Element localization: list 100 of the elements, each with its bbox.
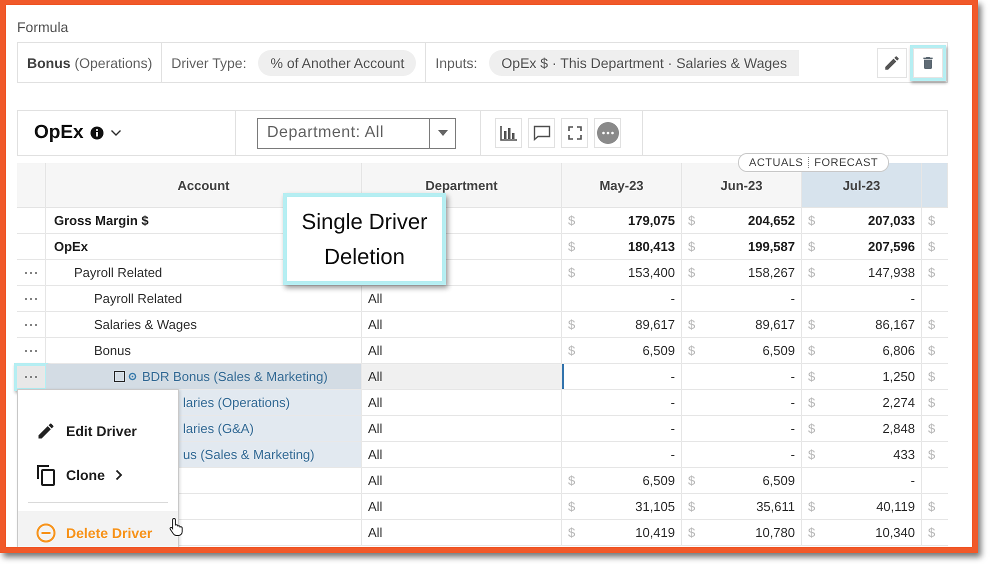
currency-sign: $ xyxy=(928,369,936,384)
cell-value: 86,167 xyxy=(875,317,915,332)
table-cell: All xyxy=(362,520,562,546)
currency-sign: $ xyxy=(568,239,576,254)
cell-value: - xyxy=(790,291,795,306)
cell-value: 207,033 xyxy=(868,213,915,228)
account-name: Salaries & Wages xyxy=(94,317,197,332)
minus-circle-icon xyxy=(36,523,56,543)
cell-value: - xyxy=(670,395,675,410)
comment-icon xyxy=(532,125,550,141)
cell-value: - xyxy=(670,291,675,306)
cell-value: 40,119 xyxy=(876,499,915,514)
table-cell: All xyxy=(362,494,562,520)
table-cell: All xyxy=(362,468,562,494)
driver-name: Bonus (Operations) xyxy=(27,54,152,70)
cell-value: 35,611 xyxy=(756,499,795,514)
edit-button[interactable] xyxy=(877,48,907,78)
currency-sign: $ xyxy=(928,447,936,462)
account-name: Bonus xyxy=(94,343,131,358)
table-cell: All xyxy=(362,364,562,390)
currency-sign: $ xyxy=(808,265,816,280)
currency-sign: $ xyxy=(928,265,936,280)
currency-sign: $ xyxy=(928,317,936,332)
account-name: Payroll Related xyxy=(94,291,182,306)
cell-value: - xyxy=(670,369,675,384)
currency-sign: $ xyxy=(568,213,576,228)
driver-link[interactable]: laries (Operations) xyxy=(183,395,290,410)
inputs-label: Inputs: xyxy=(435,54,478,70)
department-select[interactable]: Department: All xyxy=(257,118,456,148)
callout-box: Single Driver Deletion xyxy=(283,193,446,285)
account-name: OpEx xyxy=(54,239,88,254)
driver-link[interactable]: us (Sales & Marketing) xyxy=(183,447,314,462)
chevron-down-icon[interactable] xyxy=(110,129,122,137)
currency-sign: $ xyxy=(928,239,936,254)
more-icon xyxy=(24,322,38,326)
currency-sign: $ xyxy=(688,525,696,540)
table-cell: All xyxy=(362,390,562,416)
currency-sign: $ xyxy=(568,525,576,540)
column-header: Account xyxy=(46,163,362,208)
currency-sign: $ xyxy=(568,343,576,358)
cell-value: 2,848 xyxy=(882,421,915,436)
menu-item[interactable]: Clone xyxy=(18,453,178,497)
cell-value: 6,509 xyxy=(762,473,795,488)
cell-value: 2,274 xyxy=(882,395,915,410)
currency-sign: $ xyxy=(688,499,696,514)
caret-icon xyxy=(438,130,448,136)
comment-button[interactable] xyxy=(528,118,555,148)
currency-sign: $ xyxy=(688,473,696,488)
account-name: Payroll Related xyxy=(74,265,162,280)
driver-link[interactable]: laries (G&A) xyxy=(183,421,254,436)
more-icon xyxy=(24,270,38,274)
checkbox[interactable] xyxy=(114,371,125,382)
table-cell: All xyxy=(362,416,562,442)
account-name: Gross Margin $ xyxy=(54,213,149,228)
currency-sign: $ xyxy=(808,343,816,358)
currency-sign: $ xyxy=(688,343,696,358)
cell-value: - xyxy=(790,369,795,384)
cell-value: 153,400 xyxy=(628,265,675,280)
currency-sign: $ xyxy=(808,317,816,332)
table-cell: All xyxy=(362,312,562,338)
currency-sign: $ xyxy=(808,239,816,254)
more-button[interactable] xyxy=(594,118,621,148)
currency-sign: $ xyxy=(808,395,816,410)
info-icon[interactable] xyxy=(90,126,104,140)
driver-link[interactable]: BDR Bonus (Sales & Marketing) xyxy=(142,369,328,384)
cell-value: 433 xyxy=(893,447,915,462)
more-icon xyxy=(24,296,38,300)
chart-button[interactable] xyxy=(495,118,522,148)
cell-value: 10,780 xyxy=(755,525,795,540)
currency-sign: $ xyxy=(688,317,696,332)
cell-value: - xyxy=(790,421,795,436)
driver-type-chip: % of Another Account xyxy=(258,50,416,76)
column-header: May-23 xyxy=(562,163,682,208)
cell-value: 204,652 xyxy=(748,213,795,228)
currency-sign: $ xyxy=(688,265,696,280)
menu-item[interactable]: Edit Driver xyxy=(18,409,178,453)
currency-sign: $ xyxy=(568,317,576,332)
table-cell: All xyxy=(362,442,562,468)
gear-icon xyxy=(128,372,137,381)
fullscreen-icon xyxy=(568,126,582,140)
cell-value: 180,413 xyxy=(628,239,675,254)
cell-value: - xyxy=(790,447,795,462)
table-cell: All xyxy=(362,286,562,312)
cell-value: 179,075 xyxy=(628,213,675,228)
currency-sign: $ xyxy=(928,525,936,540)
pencil-icon xyxy=(883,54,901,72)
cell-value: 147,938 xyxy=(868,265,915,280)
fullscreen-button[interactable] xyxy=(561,118,588,148)
currency-sign: $ xyxy=(568,473,576,488)
cell-value: - xyxy=(670,447,675,462)
cell-value: 158,267 xyxy=(748,265,795,280)
cell-value: 6,806 xyxy=(882,343,915,358)
currency-sign: $ xyxy=(808,369,816,384)
currency-sign: $ xyxy=(688,239,696,254)
cell-value: 89,617 xyxy=(635,317,675,332)
pencil-icon xyxy=(36,421,56,441)
currency-sign: $ xyxy=(568,265,576,280)
currency-sign: $ xyxy=(808,421,816,436)
bar-chart-icon xyxy=(500,125,518,141)
currency-sign: $ xyxy=(568,499,576,514)
